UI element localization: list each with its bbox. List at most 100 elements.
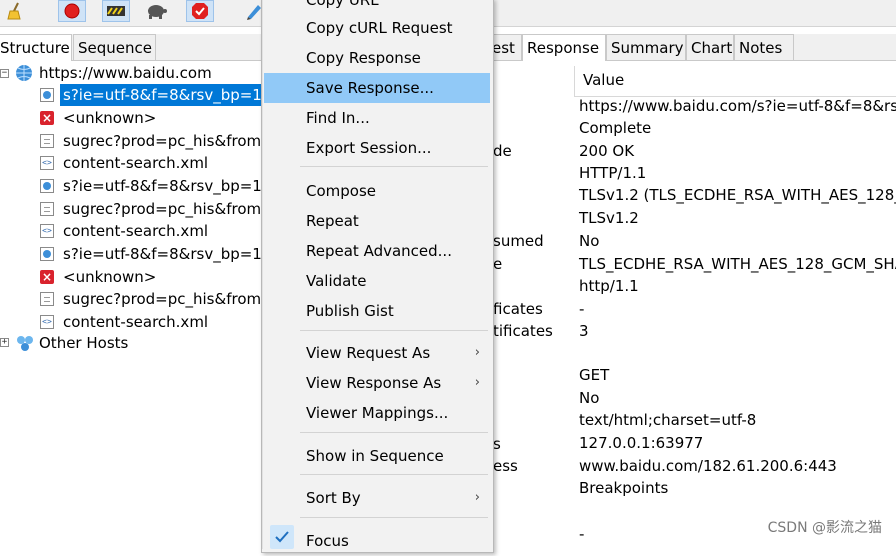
overview-key: ess: [493, 457, 518, 475]
tree-item[interactable]: s?ie=utf-8&f=8&rsv_bp=1&: [60, 84, 274, 106]
tree-item[interactable]: sugrec?prod=pc_his&from: [60, 198, 261, 220]
right-tab-bar: est Response Summary Chart Notes: [492, 34, 896, 61]
document-icon: [40, 202, 54, 216]
overview-value[interactable]: http/1.1: [579, 277, 639, 295]
chevron-right-icon: ›: [474, 375, 480, 390]
tab-notes[interactable]: Notes: [734, 34, 794, 60]
error-icon: ×: [40, 270, 54, 284]
menu-item-label: Copy Response: [306, 49, 421, 67]
menu-item[interactable]: Focus: [264, 526, 490, 556]
menu-separator: [300, 432, 488, 433]
xml-icon: <>: [40, 156, 54, 170]
menu-item-label: Copy cURL Request: [306, 19, 453, 37]
tab-overview[interactable]: est: [492, 34, 522, 60]
xml-icon: <>: [40, 315, 54, 329]
menu-item-label: Focus: [306, 532, 349, 550]
menu-item[interactable]: Repeat Advanced...: [264, 236, 490, 266]
error-icon: ×: [40, 111, 54, 125]
overview-value[interactable]: -: [579, 525, 584, 543]
tree-item[interactable]: content-search.xml: [60, 220, 208, 242]
tree-item[interactable]: sugrec?prod=pc_his&from: [60, 288, 261, 310]
tree-item[interactable]: content-search.xml: [60, 152, 208, 174]
tree-item[interactable]: content-search.xml: [60, 311, 208, 333]
overview-key: sumed: [493, 232, 544, 250]
overview-value[interactable]: TLSv1.2: [579, 209, 639, 227]
overview-value[interactable]: No: [579, 389, 599, 407]
menu-item[interactable]: Find In...: [264, 103, 490, 133]
menu-item[interactable]: Viewer Mappings...: [264, 398, 490, 428]
overview-key: s: [493, 435, 501, 453]
overview-key: e: [493, 255, 503, 273]
globe-doc-icon: [40, 179, 54, 193]
menu-item[interactable]: Validate: [264, 266, 490, 296]
menu-item-label: Repeat Advanced...: [306, 242, 452, 260]
overview-value[interactable]: -: [579, 300, 584, 318]
overview-key: de: [493, 142, 512, 160]
overview-value[interactable]: text/html;charset=utf-8: [579, 411, 756, 429]
overview-value[interactable]: 3: [579, 322, 589, 340]
overview-value[interactable]: Complete: [579, 119, 651, 137]
menu-item-label: Save Response...: [306, 79, 434, 97]
document-icon: [40, 292, 54, 306]
menu-item-label: Repeat: [306, 212, 359, 230]
overview-value[interactable]: https://www.baidu.com/s?ie=utf-8&f=8&rsv: [579, 97, 896, 115]
tree-item[interactable]: <unknown>: [60, 107, 156, 129]
overview-value[interactable]: Breakpoints: [579, 479, 668, 497]
menu-item[interactable]: Copy Response: [264, 43, 490, 73]
menu-item[interactable]: Repeat: [264, 206, 490, 236]
menu-separator: [300, 330, 488, 331]
menu-item-label: Show in Sequence: [306, 447, 444, 465]
menu-item[interactable]: Export Session...: [264, 133, 490, 163]
menu-item[interactable]: View Request As ›: [264, 338, 490, 368]
menu-separator: [300, 166, 488, 167]
menu-item-label: Compose: [306, 182, 377, 200]
menu-gutter: [262, 0, 263, 549]
expand-toggle[interactable]: +: [0, 338, 9, 347]
document-icon: [40, 134, 54, 148]
value-header-label: Value: [583, 71, 625, 89]
other-hosts-node[interactable]: Other Hosts: [39, 332, 128, 354]
menu-item-label: Sort By: [306, 489, 361, 507]
menu-item-label: Viewer Mappings...: [306, 404, 449, 422]
menu-item[interactable]: Copy cURL Request: [264, 13, 490, 43]
overview-value[interactable]: TLS_ECDHE_RSA_WITH_AES_128_GCM_SHA: [579, 255, 896, 273]
menu-item[interactable]: View Response As ›: [264, 368, 490, 398]
overview-value[interactable]: TLSv1.2 (TLS_ECDHE_RSA_WITH_AES_128_G: [579, 186, 896, 204]
menu-item-label: Publish Gist: [306, 302, 394, 320]
tab-summary[interactable]: Summary: [606, 34, 686, 60]
menu-item-label: View Request As: [306, 344, 431, 362]
menu-item[interactable]: Publish Gist: [264, 296, 490, 326]
chevron-right-icon: ›: [474, 345, 480, 360]
menu-separator: [300, 517, 488, 518]
menu-item-label: Export Session...: [306, 139, 432, 157]
tree-item[interactable]: sugrec?prod=pc_his&from: [60, 130, 261, 152]
tree-items: s?ie=utf-8&f=8&rsv_bp=1& × <unknown> sugrec…: [0, 0, 274, 549]
menu-item[interactable]: Compose: [264, 176, 490, 206]
tree-item[interactable]: <unknown>: [60, 266, 156, 288]
globe-doc-icon: [40, 88, 54, 102]
tree-item[interactable]: s?ie=utf-8&f=8&rsv_bp=1&: [60, 243, 274, 265]
menu-item[interactable]: Show in Sequence: [264, 441, 490, 471]
menu-item-label: View Response As: [306, 374, 442, 392]
overview-key: ficates: [493, 300, 543, 318]
hosts-cluster-icon: [15, 333, 35, 353]
overview-value[interactable]: GET: [579, 366, 609, 384]
menu-item-label: Validate: [306, 272, 367, 290]
overview-key: tificates: [493, 322, 553, 340]
tab-response[interactable]: Response: [522, 34, 606, 61]
watermark: CSDN @影流之猫: [767, 520, 882, 536]
menu-item-label: Find In...: [306, 109, 370, 127]
overview-value[interactable]: 200 OK: [579, 142, 634, 160]
tree-item[interactable]: s?ie=utf-8&f=8&rsv_bp=1&: [60, 175, 274, 197]
value-column-header[interactable]: Value: [574, 66, 896, 97]
tab-chart[interactable]: Chart: [686, 34, 734, 60]
overview-value[interactable]: www.baidu.com/182.61.200.6:443: [579, 457, 837, 475]
chevron-right-icon: ›: [474, 490, 480, 505]
menu-item[interactable]: Save Response...: [264, 73, 490, 103]
menu-item[interactable]: Sort By ›: [264, 483, 490, 513]
overview-value[interactable]: No: [579, 232, 599, 250]
menu-separator: [300, 474, 488, 475]
overview-value[interactable]: HTTP/1.1: [579, 164, 646, 182]
overview-value[interactable]: 127.0.0.1:63977: [579, 434, 703, 452]
xml-icon: <>: [40, 224, 54, 238]
